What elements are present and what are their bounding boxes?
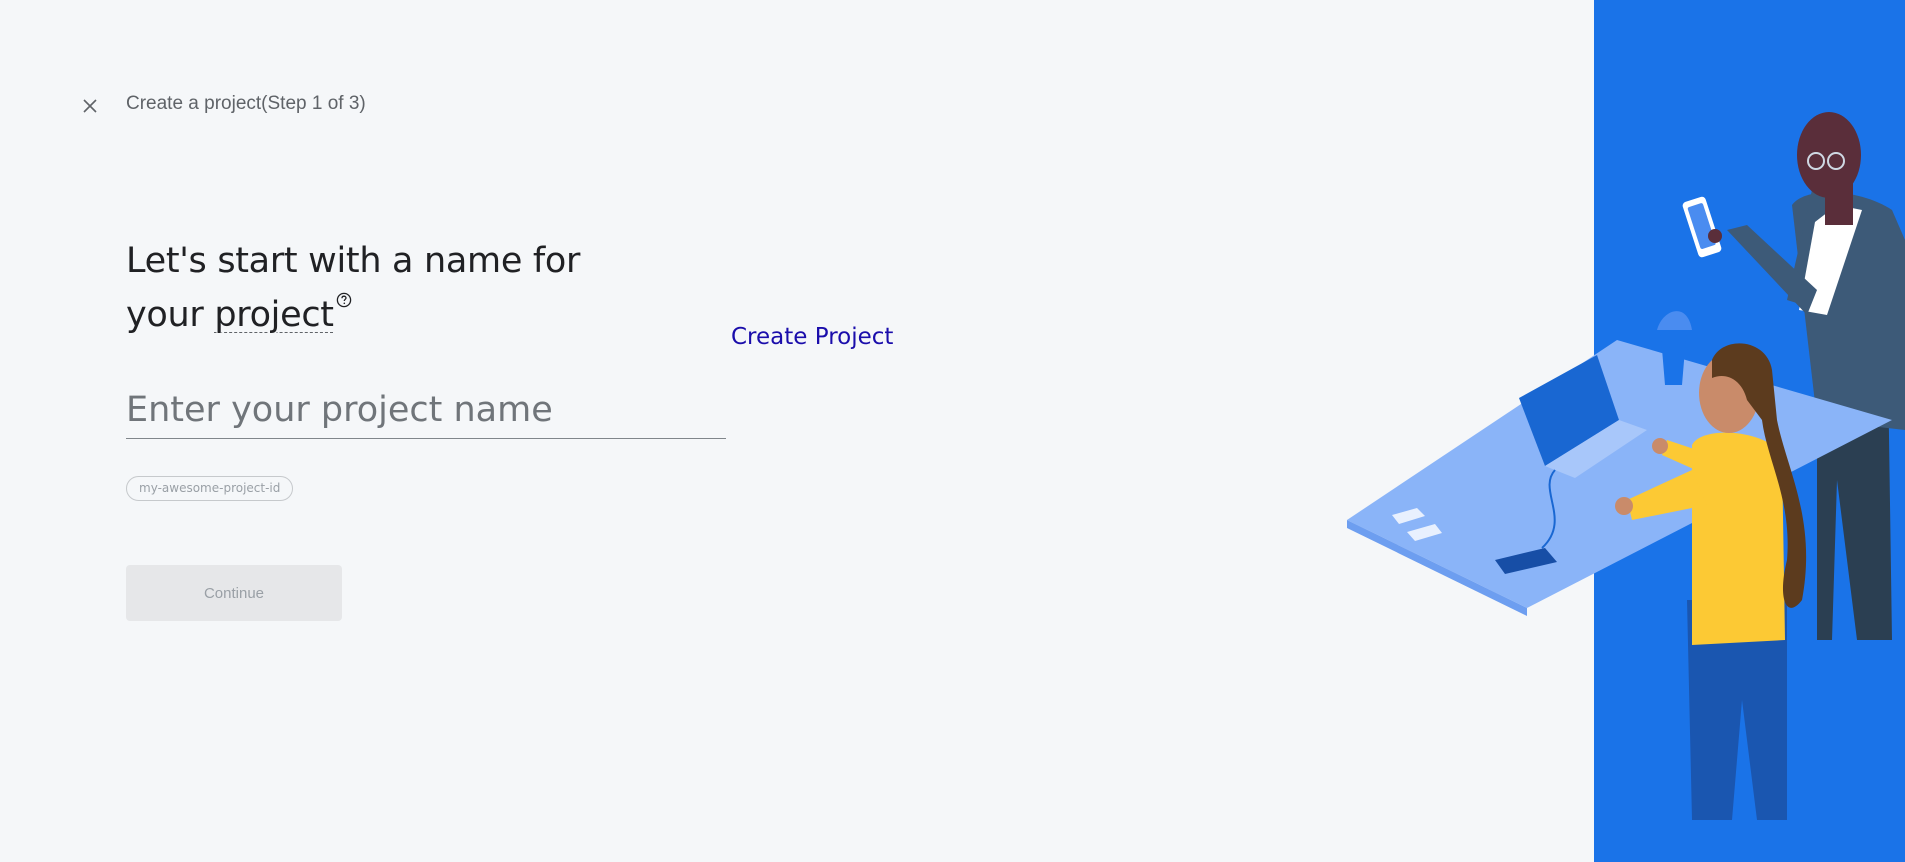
help-icon[interactable] [336,292,352,308]
create-project-page: Create a project(Step 1 of 3) Let's star… [0,0,1905,862]
project-name-input[interactable] [126,384,726,436]
create-project-link[interactable]: Create Project [731,324,893,350]
heading-text: Let's start with a name for your [126,241,581,335]
project-name-field [126,384,726,439]
page-heading: Let's start with a name for your project [126,234,646,342]
continue-button[interactable]: Continue [126,565,342,621]
step-title: Create a project(Step 1 of 3) [126,93,366,114]
close-button[interactable] [76,92,104,120]
close-icon [83,99,97,113]
project-id-chip[interactable]: my-awesome-project-id [126,476,294,501]
people-at-desk-illustration [1347,0,1905,862]
project-term[interactable]: project [214,295,334,335]
hero-illustration [1347,0,1905,862]
